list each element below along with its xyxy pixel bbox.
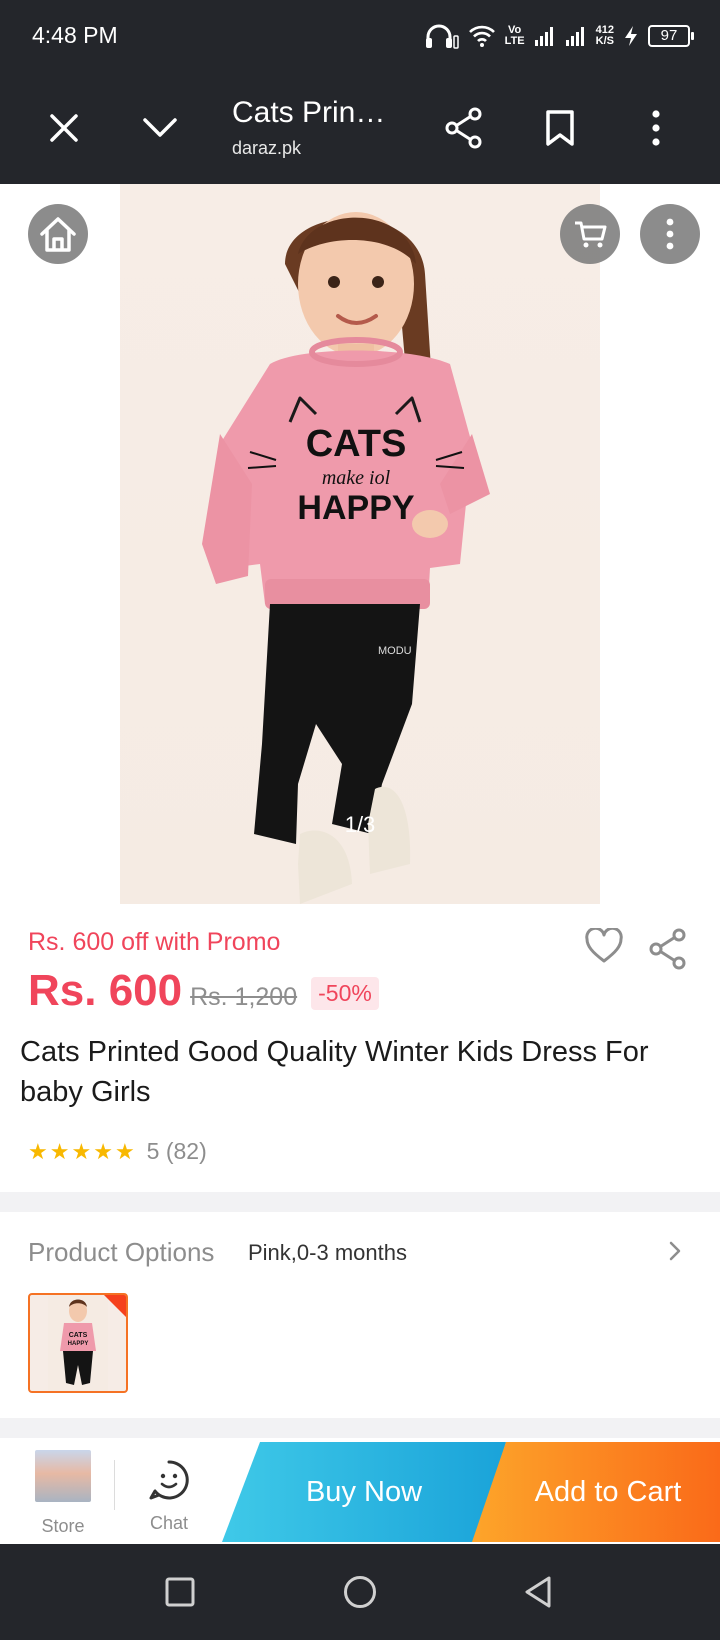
add-to-cart-button[interactable]: Add to Cart xyxy=(472,1442,720,1542)
star-icon: ★ xyxy=(71,1138,92,1164)
bookmark-button[interactable] xyxy=(532,100,588,156)
section-divider xyxy=(0,1192,720,1212)
page-domain[interactable]: daraz.pk xyxy=(232,138,301,159)
store-avatar xyxy=(35,1450,91,1502)
charging-icon xyxy=(625,26,637,46)
home-nav-button[interactable] xyxy=(338,1570,382,1614)
status-time: 4:48 PM xyxy=(32,22,118,48)
browser-toolbar: Cats Prin… daraz.pk xyxy=(0,72,720,184)
store-button[interactable]: Store xyxy=(30,1450,96,1537)
product-share-button[interactable] xyxy=(648,928,688,975)
chevron-down-icon xyxy=(143,118,177,137)
rating-row[interactable]: ★ ★ ★ ★ ★ 5 (82) xyxy=(28,1138,207,1165)
signal-icon xyxy=(534,27,553,46)
chevron-right-icon xyxy=(669,1241,681,1261)
price-row: Rs. 600 Rs. 1,200 -50% xyxy=(28,966,379,1016)
wishlist-button[interactable] xyxy=(584,926,624,969)
share-button[interactable] xyxy=(436,100,492,156)
cart-button[interactable] xyxy=(560,204,620,264)
option-thumbnail[interactable]: CATS HAPPY xyxy=(28,1293,128,1393)
product-photo[interactable]: CATS make iol HAPPY MODU xyxy=(120,184,600,904)
promo-text[interactable]: Rs. 600 off with Promo xyxy=(28,928,280,957)
discount-badge: -50% xyxy=(311,977,379,1010)
product-options-button[interactable] xyxy=(668,1240,682,1267)
sweater-print-line2: make iol xyxy=(322,467,391,489)
status-icons: Vo LTE 412 K/S 97 xyxy=(425,20,694,52)
collapse-button[interactable] xyxy=(132,100,188,156)
volte-label: Vo LTE xyxy=(504,24,525,47)
product-options-label[interactable]: Product Options xyxy=(28,1237,214,1268)
svg-text:MODU: MODU xyxy=(378,645,412,657)
bookmark-icon xyxy=(546,110,574,146)
svg-text:CATS: CATS xyxy=(69,1332,88,1339)
close-button[interactable] xyxy=(36,100,92,156)
image-counter: 1/3 xyxy=(344,812,376,837)
star-icon: ★ xyxy=(114,1138,135,1164)
square-icon xyxy=(165,1577,195,1607)
battery-level: 97 xyxy=(648,25,694,47)
more-menu-button[interactable] xyxy=(628,100,684,156)
original-price: Rs. 1,200 xyxy=(190,983,298,1011)
home-icon xyxy=(40,217,76,252)
divider xyxy=(114,1460,115,1510)
star-icon: ★ xyxy=(28,1138,48,1164)
status-bar: 4:48 PM Vo LTE 412 K/S 97 xyxy=(0,0,720,72)
network-speed: 412 K/S xyxy=(595,24,614,47)
star-icon: ★ xyxy=(93,1138,113,1164)
home-button[interactable] xyxy=(28,204,88,264)
product-title: Cats Printed Good Quality Winter Kids Dr… xyxy=(20,1036,649,1108)
buy-now-button[interactable]: Buy Now xyxy=(222,1442,506,1542)
chat-label: Chat xyxy=(149,1513,189,1533)
recents-button[interactable] xyxy=(158,1570,202,1614)
star-icon: ★ xyxy=(49,1138,70,1164)
wifi-icon xyxy=(468,25,495,47)
current-price: Rs. 600 xyxy=(28,966,183,1015)
chat-button[interactable]: Chat xyxy=(134,1458,204,1534)
more-vertical-icon xyxy=(652,110,660,146)
page-title[interactable]: Cats Prin… xyxy=(232,96,385,130)
heart-icon xyxy=(585,926,623,963)
sweater-print-line1: CATS xyxy=(306,423,407,465)
product-illustration: CATS make iol HAPPY MODU xyxy=(202,212,490,904)
back-triangle-icon xyxy=(525,1576,551,1608)
share-icon xyxy=(649,928,686,970)
sweater-print-line3: HAPPY xyxy=(297,489,414,527)
svg-text:HAPPY: HAPPY xyxy=(68,1341,89,1347)
selected-corner-marker xyxy=(104,1295,126,1317)
signal-icon-2 xyxy=(565,27,584,46)
system-nav-bar xyxy=(0,1544,720,1640)
more-vertical-icon xyxy=(666,218,674,250)
back-button[interactable] xyxy=(516,1570,560,1614)
share-icon xyxy=(445,107,482,149)
headphones-icon xyxy=(425,24,459,49)
bottom-action-bar: Store Chat Buy Now Add to Cart xyxy=(0,1438,720,1544)
product-gallery[interactable]: CATS make iol HAPPY MODU 1/3 xyxy=(0,184,720,904)
gallery-more-button[interactable] xyxy=(640,204,700,264)
close-icon xyxy=(50,114,78,142)
chat-icon xyxy=(149,1460,189,1500)
cart-icon xyxy=(575,221,607,248)
product-options-value[interactable]: Pink,0-3 months xyxy=(248,1240,407,1266)
store-label: Store xyxy=(41,1516,85,1536)
section-divider xyxy=(0,1418,720,1438)
circle-icon xyxy=(344,1576,376,1608)
rating-score: 5 (82) xyxy=(146,1138,207,1164)
